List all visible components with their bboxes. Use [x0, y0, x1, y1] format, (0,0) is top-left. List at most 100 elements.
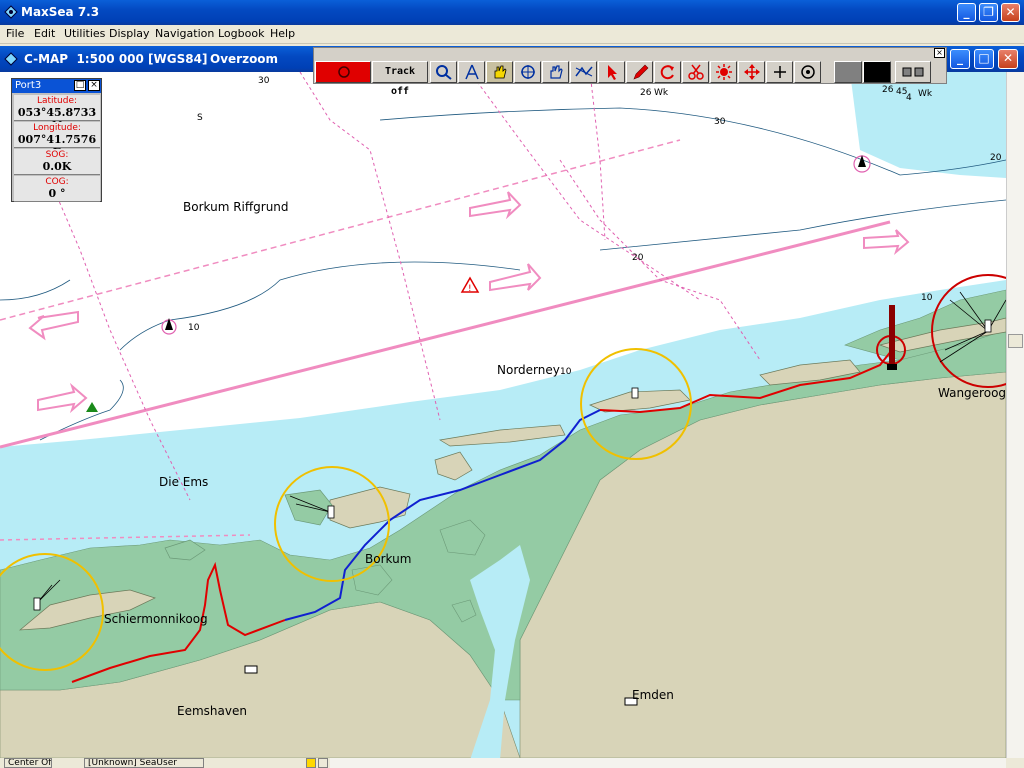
pan-hand-button[interactable]	[486, 61, 513, 83]
zoom-button[interactable]	[430, 61, 457, 83]
window-layout-icon	[902, 67, 924, 77]
move-button[interactable]	[738, 61, 765, 83]
drag-hand-button[interactable]	[542, 61, 569, 83]
plus-icon	[774, 66, 786, 78]
status-indicator	[306, 758, 316, 768]
depth-26-b: 26	[882, 85, 894, 95]
select-button[interactable]	[598, 61, 625, 83]
record-button[interactable]	[315, 61, 371, 83]
port-info-panel[interactable]: Port3 □ × Latitude: 053°45.8733 N Longit…	[11, 78, 102, 202]
horizontal-scrollbar[interactable]	[330, 758, 1006, 768]
port-panel-title: Port3	[15, 80, 42, 91]
pencil-button[interactable]	[626, 61, 653, 83]
chart-toolbar: × Track off	[313, 47, 947, 97]
scissors-icon	[688, 64, 704, 80]
sog-cell: SOG: 0.0K	[14, 149, 100, 175]
menu-display[interactable]: Display	[109, 27, 150, 40]
cog-label: COG:	[45, 177, 69, 187]
user-status: [Unknown] SeaUser	[84, 758, 204, 768]
label-emden: Emden	[632, 688, 674, 702]
latitude-cell: Latitude: 053°45.8733 N	[14, 95, 100, 132]
explode-button[interactable]	[710, 61, 737, 83]
depth-30-a: 30	[258, 76, 270, 86]
depth-4: 4	[906, 93, 912, 103]
menu-help[interactable]: Help	[270, 27, 295, 40]
sog-label: SOG:	[45, 150, 69, 160]
route-icon	[575, 66, 593, 77]
crosshair-icon	[521, 65, 535, 79]
hand-icon	[494, 65, 507, 79]
move-arrows-icon	[744, 64, 760, 80]
menu-utilities[interactable]: Utilities	[64, 27, 105, 40]
longitude-cell: Longitude: 007°41.7576 E	[14, 122, 100, 159]
burst-icon	[716, 64, 732, 80]
menu-bar: File Edit Utilities Display Navigation L…	[0, 25, 1024, 44]
restore-button[interactable]: ❐	[979, 3, 998, 22]
wreck-b: Wk	[918, 89, 933, 99]
label-borkum-riffgrund: Borkum Riffgrund	[183, 200, 289, 214]
depth-10-a: 10	[560, 367, 572, 377]
toolbar-grip[interactable]	[314, 48, 946, 60]
label-norderney: Norderney	[497, 363, 560, 377]
label-eemshaven: Eemshaven	[177, 704, 247, 718]
chart-minimize-button[interactable]: _	[950, 49, 970, 69]
port-panel-close-button[interactable]: ×	[88, 80, 100, 91]
color-mode-night[interactable]	[863, 61, 891, 83]
cut-button[interactable]	[682, 61, 709, 83]
seabed-s: S	[197, 113, 203, 123]
rotate-icon	[660, 65, 674, 80]
port-panel-minimize-button[interactable]: □	[74, 80, 86, 91]
target-center-button[interactable]	[794, 61, 821, 83]
vertical-scrollbar[interactable]	[1006, 72, 1024, 758]
rotate-button[interactable]	[654, 61, 681, 83]
latitude-label: Latitude:	[36, 96, 78, 106]
compass-divider-icon	[465, 64, 479, 80]
chart-close-button[interactable]: ✕	[998, 49, 1018, 69]
toolbar-close-button[interactable]: ×	[934, 48, 945, 58]
menu-logbook[interactable]: Logbook	[218, 27, 264, 40]
grab-hand-icon	[550, 65, 563, 79]
pencil-icon	[633, 64, 649, 80]
menu-file[interactable]: File	[6, 27, 24, 40]
status-indicator-2	[318, 758, 328, 768]
minimize-button[interactable]: _	[957, 3, 976, 22]
longitude-label: Longitude:	[33, 123, 81, 133]
plus-button[interactable]	[766, 61, 793, 83]
label-borkum: Borkum	[365, 552, 411, 566]
label-schiermonnikoog: Schiermonnikoog	[104, 612, 208, 626]
wreck-a: Wk	[654, 88, 669, 98]
app-titlebar: MaxSea 7.3 _ ❐ ✕	[0, 0, 1024, 25]
close-button[interactable]: ✕	[1001, 3, 1020, 22]
depth-30-b: 30	[714, 117, 726, 127]
port-panel-header[interactable]: Port3 □ ×	[12, 79, 101, 93]
chart-canvas[interactable]: ! Borkum Riffgrund Norderney Die Ems Bor…	[0, 72, 1006, 758]
cog-value: 0 °	[48, 187, 66, 200]
maxsea-app: MaxSea 7.3 _ ❐ ✕ File Edit Utilities Dis…	[0, 0, 1024, 768]
overzoom-label: Overzoom	[210, 52, 279, 66]
layout-button[interactable]	[895, 61, 931, 83]
track-toggle-button[interactable]: Track off	[372, 61, 428, 97]
cog-cell: COG: 0 °	[14, 176, 100, 202]
chart-window-icon	[4, 52, 18, 66]
route-button[interactable]	[570, 61, 597, 83]
caution-mark: !	[468, 284, 472, 294]
bullseye-icon	[801, 65, 815, 79]
sog-value: 0.0K	[42, 160, 72, 173]
nautical-chart[interactable]: ! Borkum Riffgrund Norderney Die Ems Bor…	[0, 72, 1006, 758]
depth-20-b: 20	[990, 153, 1002, 163]
depth-20: 20	[632, 253, 644, 263]
menu-navigation[interactable]: Navigation	[155, 27, 214, 40]
chart-maximize-button[interactable]: □	[974, 49, 994, 69]
center-status[interactable]: Center Off	[4, 758, 52, 768]
measure-button[interactable]	[458, 61, 485, 83]
color-mode-grey[interactable]	[834, 61, 862, 83]
label-wangerooge: Wangerooge	[938, 386, 1006, 400]
menu-edit[interactable]: Edit	[34, 27, 55, 40]
target-icon	[338, 66, 350, 78]
maxsea-app-icon	[4, 5, 18, 19]
app-title: MaxSea 7.3	[21, 5, 100, 19]
depth-26-a: 26	[640, 88, 652, 98]
chart-scale-title: C-MAP 1:500 000 [WGS84]	[24, 52, 208, 66]
vertical-scroll-thumb[interactable]	[1008, 334, 1023, 348]
center-button[interactable]	[514, 61, 541, 83]
